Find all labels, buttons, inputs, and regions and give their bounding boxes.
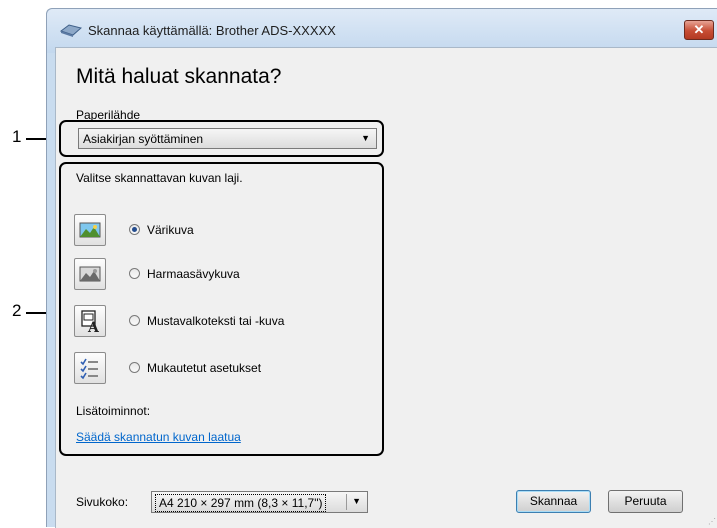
resize-grip-icon[interactable]: ⋰ — [708, 517, 716, 526]
cancel-button[interactable]: Peruuta — [608, 490, 683, 513]
callout-number-2: 2 — [12, 301, 22, 320]
window-title: Skannaa käyttämällä: Brother ADS-XXXXX — [88, 23, 336, 38]
callout-box-paper-source — [59, 120, 384, 157]
page-title: Mitä haluat skannata? — [76, 65, 282, 88]
page-size-label: Sivukoko: — [76, 495, 129, 509]
chevron-down-icon: ▼ — [352, 496, 361, 506]
close-button[interactable]: ✕ — [684, 20, 714, 40]
scan-button[interactable]: Skannaa — [516, 490, 591, 513]
dropdown-divider — [346, 494, 347, 510]
page-size-dropdown[interactable]: A4 210 × 297 mm (8,3 × 11,7") ▼ — [151, 491, 368, 513]
scanner-app-icon — [60, 24, 82, 37]
callout-box-image-type — [59, 162, 384, 456]
page-size-value: A4 210 × 297 mm (8,3 × 11,7") — [155, 494, 327, 512]
callout-number-1: 1 — [12, 127, 22, 146]
